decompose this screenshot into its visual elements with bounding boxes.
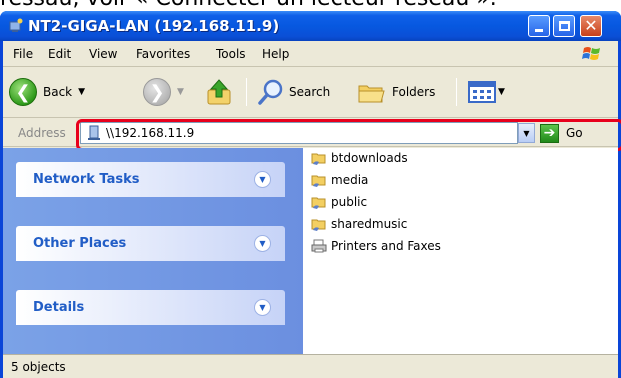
forward-dropdown-icon[interactable]: ▼ [177,87,184,97]
file-name: sharedmusic [331,217,408,231]
up-folder-button[interactable] [205,75,235,109]
folders-label: Folders [392,85,436,99]
views-icon [468,81,496,103]
details-panel[interactable]: Details ▼ [16,290,285,325]
explorer-window: NT2-GIGA-LAN (192.168.11.9) ✕ File Edit … [0,11,621,378]
network-computer-icon [88,125,100,140]
shared-folder-icon [311,197,326,209]
menu-file[interactable]: File [13,47,33,61]
address-value: \\192.168.11.9 [106,126,195,140]
forward-button[interactable]: ❯ ▼ [143,75,184,109]
back-label: Back [43,85,73,99]
page-caption: ressau, voir « Connecter un lecteur rése… [0,0,621,11]
chevron-down-icon[interactable]: ▼ [254,171,271,188]
status-bar: 5 objects [3,354,618,378]
list-item[interactable]: media [311,171,368,189]
menu-help[interactable]: Help [262,47,289,61]
minimize-button[interactable] [528,15,550,37]
menu-bar: File Edit View Favorites Tools Help [3,41,618,67]
file-name: public [331,195,368,209]
chevron-down-icon: ▼ [523,128,530,138]
search-button[interactable]: Search [257,75,330,109]
close-button[interactable]: ✕ [580,15,602,37]
menu-tools[interactable]: Tools [216,47,246,61]
file-list: btdownloads media public sharedmusic Pri… [303,148,618,354]
minimize-icon [535,28,543,32]
toolbar-separator [456,78,457,106]
chevron-down-icon[interactable]: ▼ [254,299,271,316]
file-name: btdownloads [331,151,408,165]
shared-folder-icon [311,153,326,165]
go-button[interactable]: ➔ Go [540,122,583,144]
go-arrow-icon: ➔ [540,123,559,143]
other-places-title: Other Places [33,236,127,251]
folders-button[interactable]: Folders [356,75,435,109]
address-dropdown-button[interactable]: ▼ [518,123,535,143]
menu-favorites[interactable]: Favorites [136,47,190,61]
menu-edit[interactable]: Edit [48,47,71,61]
window-client: File Edit View Favorites Tools Help ❮ Ba… [3,41,621,378]
shared-folder-icon [311,175,326,187]
network-tasks-panel[interactable]: Network Tasks ▼ [16,162,285,197]
chevron-down-icon[interactable]: ▼ [254,235,271,252]
back-arrow-icon: ❮ [9,78,37,106]
back-button[interactable]: ❮ Back ▼ [9,75,85,109]
list-item[interactable]: Printers and Faxes [311,237,441,255]
close-icon: ✕ [584,16,598,35]
status-text: 5 objects [11,360,66,374]
network-tasks-title: Network Tasks [33,172,140,187]
views-dropdown-icon[interactable]: ▼ [498,87,505,97]
toolbar-separator [246,78,247,106]
list-item[interactable]: public [311,193,367,211]
back-dropdown-icon[interactable]: ▼ [78,87,85,97]
network-drive-icon [9,18,23,32]
search-label: Search [289,85,331,99]
windows-logo-icon [582,47,600,60]
file-name: media [331,173,369,187]
forward-arrow-icon: ❯ [143,78,171,106]
search-icon [258,79,283,105]
address-bar: Address \\192.168.11.9 ▼ ➔ Go [3,119,621,151]
views-button[interactable]: ▼ [468,75,505,109]
menu-view[interactable]: View [89,47,117,61]
go-label: Go [566,126,583,140]
other-places-panel[interactable]: Other Places ▼ [16,226,285,261]
address-label: Address [18,126,66,140]
folders-icon [358,85,385,103]
maximize-icon [558,21,570,31]
up-folder-icon [207,79,231,105]
toolbar: ❮ Back ▼ ❯ ▼ Search Folders ▼ [3,68,618,118]
maximize-button[interactable] [553,15,575,37]
shared-folder-icon [311,219,326,231]
task-pane: Network Tasks ▼ Other Places ▼ Details ▼ [3,148,303,354]
list-item[interactable]: sharedmusic [311,215,407,233]
title-bar[interactable]: NT2-GIGA-LAN (192.168.11.9) ✕ [0,11,621,41]
file-name: Printers and Faxes [331,239,441,253]
window-title: NT2-GIGA-LAN (192.168.11.9) [28,17,280,35]
details-title: Details [33,300,85,315]
list-item[interactable]: btdownloads [311,149,408,167]
address-input[interactable]: \\192.168.11.9 [80,122,518,144]
printer-icon [311,239,327,253]
